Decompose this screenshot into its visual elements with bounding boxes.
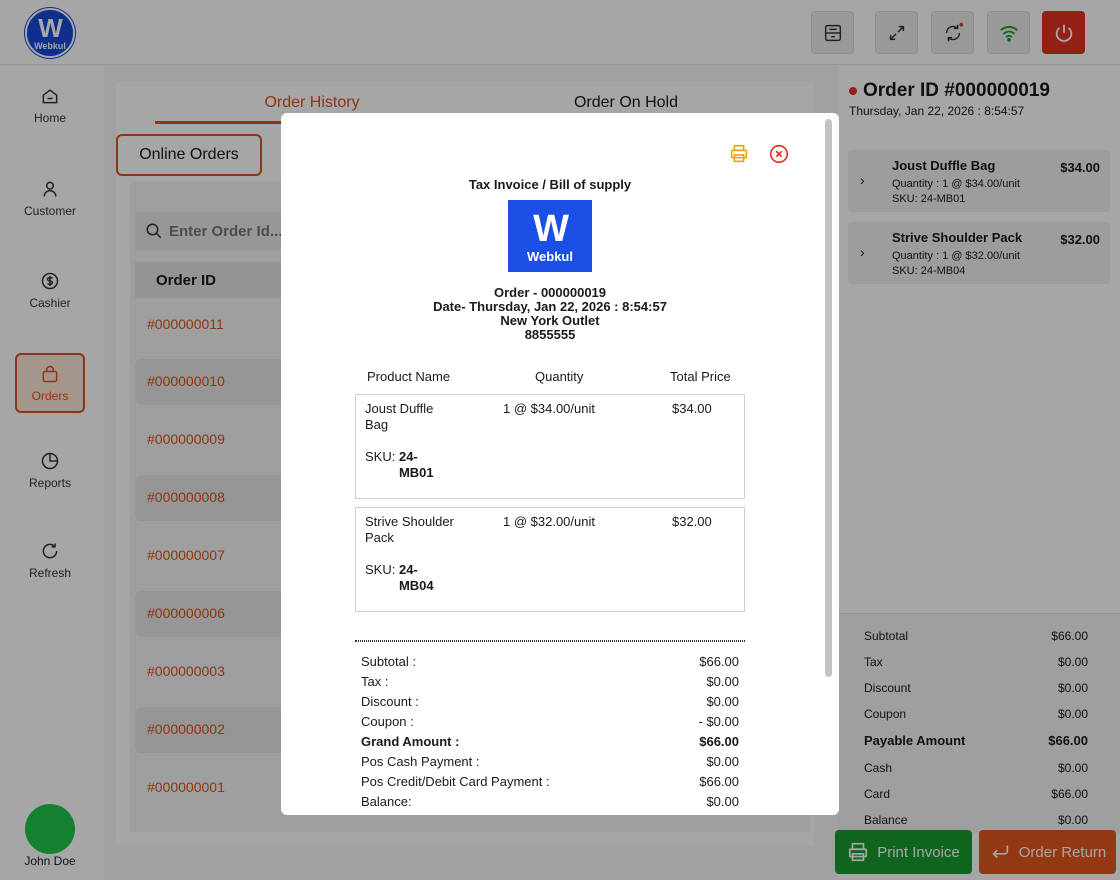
quantity-header: Quantity bbox=[535, 369, 584, 384]
totals-row: Pos Cash Payment : $0.00 bbox=[361, 754, 739, 769]
product-name-header: Product Name bbox=[367, 369, 451, 384]
invoice-outlet: New York Outlet bbox=[500, 313, 600, 328]
invoice-modal: Tax Invoice / Bill of supply W Webkul Ord… bbox=[281, 113, 839, 815]
totals-row: Tax : $0.00 bbox=[361, 674, 739, 689]
webkul-logo: W Webkul bbox=[508, 200, 592, 272]
invoice-order-number: Order - 000000019 bbox=[493, 285, 607, 300]
invoice-title: Tax Invoice / Bill of supply bbox=[468, 177, 632, 192]
divider bbox=[355, 640, 745, 642]
totals-row: Pos Credit/Debit Card Payment : $66.00 bbox=[361, 774, 739, 789]
modal-scrollbar[interactable] bbox=[825, 119, 832, 677]
total-price-header: Total Price bbox=[670, 369, 731, 384]
totals-row: Coupon :- $0.00 bbox=[361, 714, 739, 729]
invoice-item: Strive Shoulder Pack SKU: 24-MB04 1 @ $3… bbox=[355, 507, 745, 612]
totals-row: Subtotal : $66.00 bbox=[361, 654, 739, 669]
printer-icon[interactable] bbox=[728, 143, 750, 165]
totals-row: Balance: $0.00 bbox=[361, 794, 739, 809]
totals-row: Discount : $0.00 bbox=[361, 694, 739, 709]
grand-amount-row: Grand Amount : $66.00 bbox=[361, 734, 739, 749]
invoice-phone: 8855555 bbox=[524, 327, 576, 342]
invoice-item: Joust Duffle Bag SKU: 24-MB01 1 @ $34.00… bbox=[355, 394, 745, 499]
invoice-date: Date- Thursday, Jan 22, 2026 : 8:54:57 bbox=[433, 299, 667, 314]
close-icon[interactable] bbox=[768, 143, 790, 165]
